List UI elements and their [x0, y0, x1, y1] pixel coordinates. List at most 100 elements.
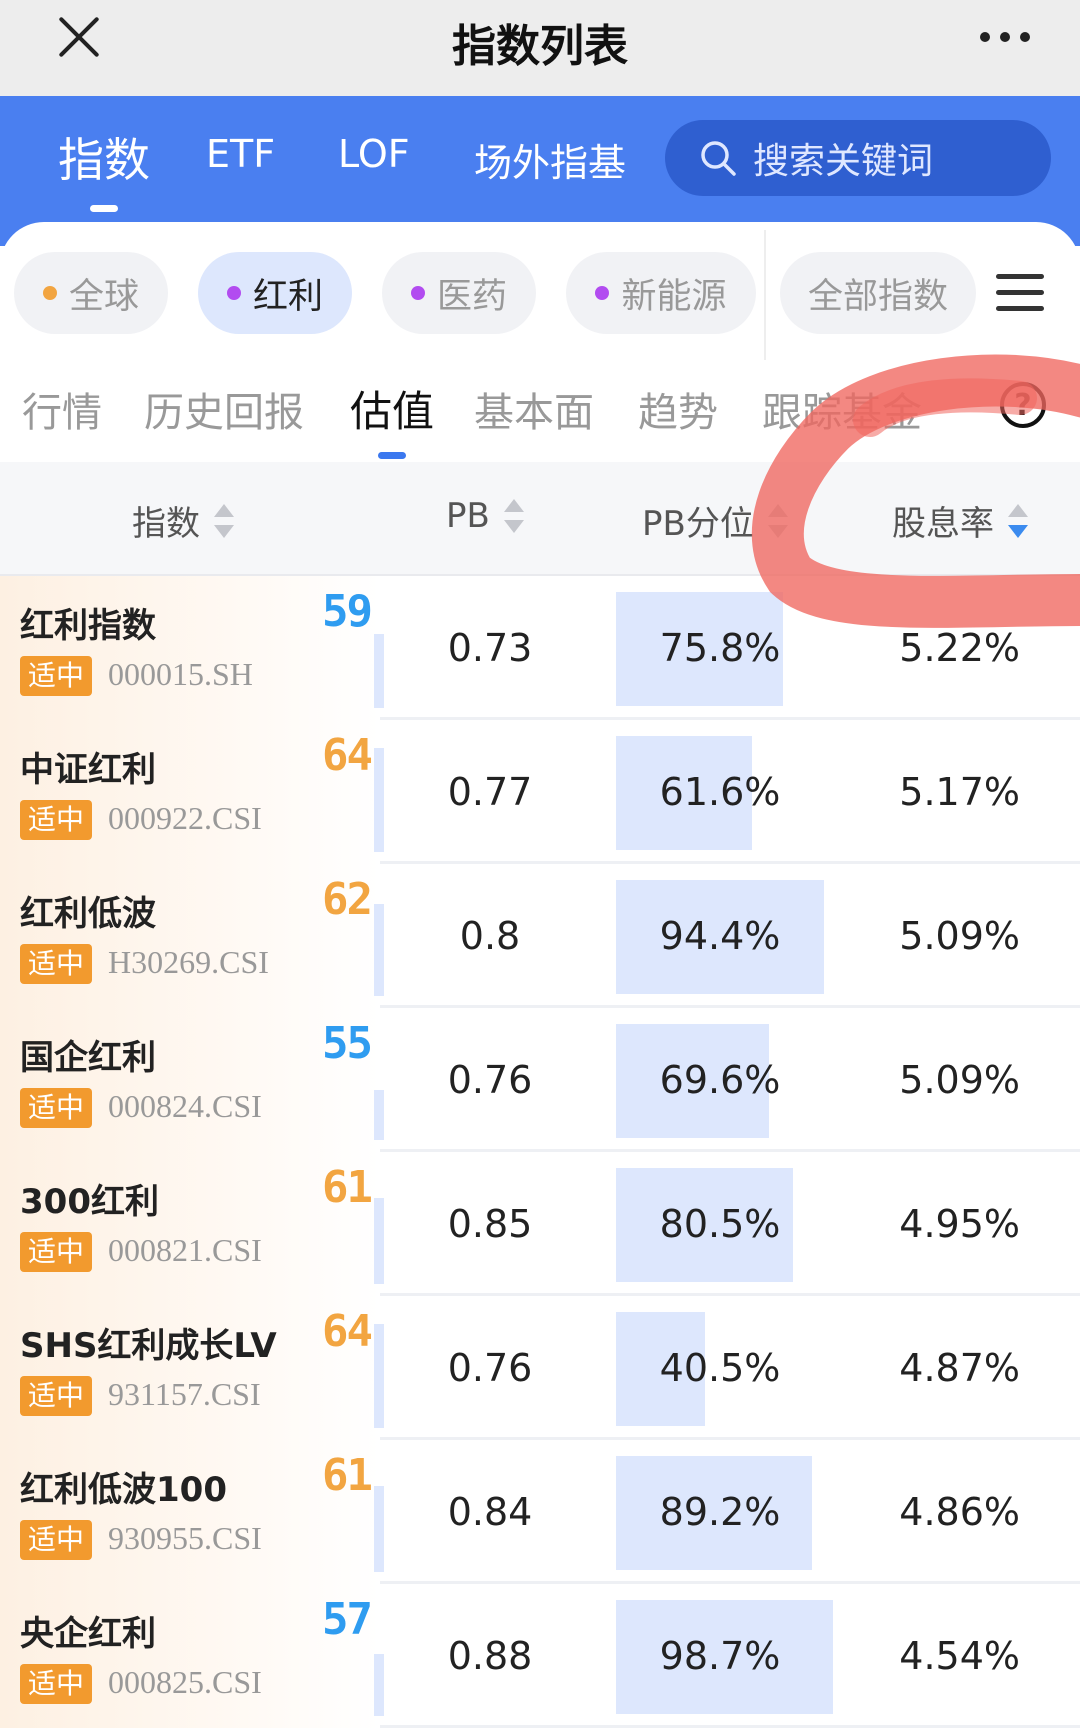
- column-header-pb-percentile[interactable]: PB分位: [642, 496, 788, 545]
- sort-desc-icon: [1008, 502, 1028, 540]
- table-row[interactable]: SHS红利成长LV 适中 931157.CSI 64 0.76 40.5% 4.87%: [0, 1296, 1080, 1440]
- subtab-label: 跟踪基金: [762, 390, 922, 436]
- chip-dot: [42, 286, 57, 300]
- pb-value: 0.73: [447, 626, 533, 670]
- column-header-index[interactable]: 指数: [132, 496, 234, 545]
- column-header-dividend-yield[interactable]: 股息率: [892, 496, 1028, 545]
- score-bar: [374, 1198, 384, 1284]
- subtab-trend[interactable]: 趋势: [638, 380, 718, 438]
- chip-new-energy[interactable]: 新能源: [566, 252, 756, 334]
- dividend-yield-value: 5.17%: [899, 770, 1020, 814]
- valuation-badge: 适中: [20, 1232, 92, 1272]
- chip-dot: [226, 286, 241, 300]
- chip-medicine[interactable]: 医药: [382, 252, 536, 334]
- chip-dot: [595, 286, 610, 300]
- chip-global[interactable]: 全球: [14, 252, 168, 334]
- tab-label: ETF: [206, 132, 276, 176]
- score-bar: [374, 904, 384, 996]
- index-code: 000824.CSI: [108, 1088, 262, 1124]
- subtab-label: 基本面: [474, 390, 594, 436]
- index-name: 国企红利: [20, 1038, 156, 1078]
- menu-icon[interactable]: [996, 274, 1044, 322]
- tab-label: 场外指基: [474, 141, 627, 185]
- chip-all-indexes[interactable]: 全部指数: [780, 252, 976, 334]
- index-cell: 红利低波 适中 H30269.CSI 62: [0, 864, 384, 1008]
- score-bar: [374, 748, 384, 852]
- score-bar: [374, 1654, 384, 1716]
- score-bar: [374, 1486, 384, 1572]
- dividend-yield-value: 4.86%: [899, 1490, 1020, 1534]
- tab-etf[interactable]: ETF: [206, 132, 275, 176]
- active-subtab-indicator: [378, 452, 406, 459]
- index-code: 000922.CSI: [108, 800, 262, 836]
- table-row[interactable]: 红利低波 适中 H30269.CSI 62 0.8 94.4% 5.09%: [0, 864, 1080, 1008]
- table-row[interactable]: 央企红利 适中 000825.CSI 57 0.88 98.7% 4.54%: [0, 1584, 1080, 1728]
- tab-lof[interactable]: LOF: [338, 132, 410, 176]
- table-header: 指数 PB PB分位 股息率: [0, 462, 1080, 576]
- tab-label: LOF: [338, 132, 410, 176]
- index-name: 红利低波: [20, 894, 156, 934]
- search-placeholder: 搜索关键词: [753, 141, 934, 182]
- index-cell: 红利低波100 适中 930955.CSI 61: [0, 1440, 384, 1584]
- pb-value: 0.76: [447, 1346, 533, 1390]
- valuation-badge: 适中: [20, 1088, 92, 1128]
- pb-percentile-value: 69.6%: [659, 1058, 781, 1102]
- table-row[interactable]: 红利指数 适中 000015.SH 59 0.73 75.8% 5.22%: [0, 576, 1080, 720]
- dividend-yield-value: 5.09%: [899, 914, 1020, 958]
- row-divider: [380, 1725, 1080, 1728]
- subtab-tracking-funds[interactable]: 跟踪基金: [762, 380, 922, 438]
- valuation-badge: 适中: [20, 1376, 92, 1416]
- help-icon[interactable]: ?: [1000, 382, 1046, 428]
- sort-icon: [767, 502, 788, 540]
- pb-percentile-value: 75.8%: [659, 626, 781, 670]
- search-input[interactable]: 搜索关键词: [665, 120, 1051, 196]
- subtab-valuation[interactable]: 估值: [350, 378, 434, 459]
- index-code: 930955.CSI: [108, 1520, 262, 1556]
- index-name: 红利低波100: [20, 1470, 227, 1510]
- valuation-score: 57: [322, 1594, 373, 1645]
- index-code: 931157.CSI: [108, 1376, 261, 1412]
- chip-label: 医药: [436, 276, 507, 317]
- valuation-badge: 适中: [20, 944, 92, 984]
- pb-percentile-value: 89.2%: [659, 1490, 781, 1534]
- index-name: 300红利: [20, 1182, 159, 1222]
- subtab-fundamentals[interactable]: 基本面: [474, 380, 594, 438]
- index-cell: 央企红利适中 000825.CSI 57: [0, 1584, 384, 1728]
- index-code: 000825.CSI: [108, 1664, 262, 1700]
- tab-label: 指数: [58, 133, 150, 187]
- table-row[interactable]: 300红利 适中 000821.CSI 61 0.85 80.5% 4.95%: [0, 1152, 1080, 1296]
- more-icon[interactable]: [980, 32, 1030, 42]
- column-header-pb[interactable]: PB: [446, 496, 524, 536]
- table-row[interactable]: 国企红利 适中 000824.CSI 55 0.76 69.6% 5.09%: [0, 1008, 1080, 1152]
- tab-index[interactable]: 指数: [58, 124, 150, 212]
- column-header-label: PB分位: [642, 504, 754, 544]
- subtab-history-return[interactable]: 历史回报: [144, 380, 304, 438]
- column-header-label: 股息率: [892, 504, 994, 544]
- dividend-yield-value: 5.22%: [899, 626, 1020, 670]
- table-row[interactable]: 红利低波100 适中 930955.CSI 61 0.84 89.2% 4.86%: [0, 1440, 1080, 1584]
- index-name: SHS红利成长LV: [20, 1326, 277, 1366]
- pb-percentile-value: 40.5%: [659, 1346, 781, 1390]
- chip-dot: [410, 286, 425, 300]
- tab-otc-index-fund[interactable]: 场外指基: [474, 132, 626, 187]
- index-cell: 国企红利 适中 000824.CSI 55: [0, 1008, 384, 1152]
- column-header-label: PB: [446, 496, 490, 536]
- column-header-label: 指数: [132, 504, 200, 544]
- pb-percentile-value: 61.6%: [659, 770, 781, 814]
- pb-value: 0.85: [447, 1202, 533, 1246]
- score-bar: [374, 634, 384, 708]
- table-row[interactable]: 中证红利 适中 000922.CSI 64 0.77 61.6% 5.17%: [0, 720, 1080, 864]
- valuation-badge: 适中: [20, 1664, 92, 1704]
- chip-dividend[interactable]: 红利: [198, 252, 352, 334]
- pb-percentile-value: 98.7%: [659, 1634, 781, 1678]
- chip-divider: [764, 230, 766, 360]
- dividend-yield-value: 4.54%: [899, 1634, 1020, 1678]
- index-name: 红利指数: [20, 606, 156, 646]
- valuation-score: 64: [322, 730, 373, 781]
- index-name: 央企红利: [20, 1614, 156, 1654]
- valuation-score: 61: [322, 1450, 373, 1501]
- dividend-yield-value: 5.09%: [899, 1058, 1020, 1102]
- chip-label: 新能源: [621, 276, 727, 317]
- chip-label: 全球: [68, 276, 139, 317]
- subtab-quotes[interactable]: 行情: [22, 380, 102, 438]
